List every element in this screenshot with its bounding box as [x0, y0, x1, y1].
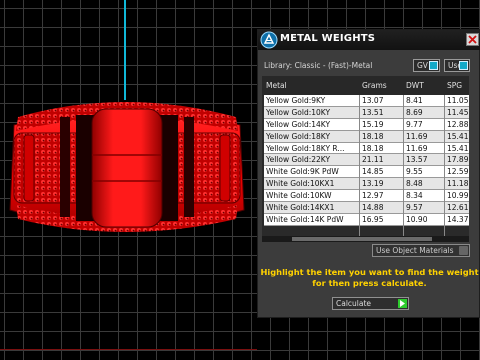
play-icon: [398, 299, 407, 308]
dropdown-arrow-icon: [459, 246, 468, 255]
metal-cell: White Gold:14K PdW: [266, 214, 344, 224]
gv-toggle[interactable]: GV: [413, 59, 440, 72]
table-row[interactable]: Yellow Gold:18KY 18.18 11.69 15.41: [264, 130, 469, 143]
metal-cell: White Gold:9K PdW: [266, 167, 339, 177]
vertical-axis-line: [124, 0, 126, 100]
instruction-text: Highlight the item you want to find the …: [258, 267, 480, 289]
table-row[interactable]: Yellow Gold:10KY 13.51 8.69 11.45: [264, 106, 469, 119]
table-row[interactable]: Yellow Gold:9KY 13.07 8.41 11.05: [264, 95, 469, 107]
metal-cell: White Gold:10KX1: [266, 179, 335, 189]
materials-dropdown-value: Use Object Materials: [376, 246, 454, 255]
spg-cell: 11.05: [447, 96, 469, 105]
grams-cell: 15.19: [362, 119, 384, 129]
metal-cell: White Gold:10KW: [266, 191, 332, 201]
column-divider: [403, 95, 404, 236]
table-row[interactable]: Yellow Gold:18KY R... 18.18 11.69 15.41: [264, 142, 469, 155]
library-label: Library: Classic - (Fast)-Metal: [264, 61, 373, 70]
dwt-cell: 8.69: [406, 107, 423, 117]
column-divider: [444, 95, 445, 236]
panel-title: METAL WEIGHTS: [280, 33, 376, 44]
dwt-cell: 8.34: [406, 191, 423, 201]
table-row[interactable]: Yellow Gold:14KY 15.19 9.77 12.88: [264, 118, 469, 131]
ring-model[interactable]: [4, 95, 250, 240]
gv-checkbox[interactable]: [429, 61, 438, 70]
spg-cell: 15.41: [447, 131, 469, 141]
spg-cell: 17.89: [447, 155, 469, 165]
grams-cell: 16.95: [362, 214, 384, 224]
metal-cell: Yellow Gold:9KY: [266, 96, 326, 105]
table-body: Yellow Gold:9KY 13.07 8.41 11.05 Yellow Gold…: [264, 95, 469, 226]
table-row[interactable]: White Gold:9K PdW 14.85 9.55 12.59: [264, 166, 469, 179]
calculate-button[interactable]: Calculate: [332, 297, 409, 310]
scrollbar-thumb[interactable]: [292, 237, 432, 241]
gv-label: GV: [417, 61, 428, 70]
grams-cell: 13.51: [362, 107, 384, 117]
materials-dropdown[interactable]: Use Object Materials: [372, 244, 470, 257]
grams-cell: 18.18: [362, 143, 384, 153]
instruction-line-2: for then press calculate.: [312, 278, 427, 288]
metal-cell: Yellow Gold:22KY: [266, 155, 331, 165]
calculate-label: Calculate: [336, 299, 372, 308]
table-header: Metal Grams DWT SPG: [262, 76, 469, 96]
column-header-spg[interactable]: SPG: [447, 81, 462, 90]
dwt-cell: 10.90: [406, 214, 428, 224]
grams-cell: 12.97: [362, 191, 384, 201]
dwt-cell: 9.57: [406, 203, 423, 213]
dwt-cell: 11.69: [406, 143, 428, 153]
user-checkbox[interactable]: [459, 61, 468, 70]
spg-cell: 14.37: [447, 214, 469, 224]
dwt-cell: 8.48: [406, 179, 423, 189]
dwt-cell: 8.41: [406, 96, 423, 105]
table-row[interactable]: White Gold:10KW 12.97 8.34 10.99: [264, 190, 469, 203]
metal-weights-panel: METAL WEIGHTS Library: Classic - (Fast)-…: [257, 29, 480, 318]
dwt-cell: 11.69: [406, 131, 428, 141]
close-button[interactable]: [466, 33, 479, 46]
table-row[interactable]: Yellow Gold:22KY 21.11 13.57 17.89: [264, 154, 469, 167]
panel-titlebar[interactable]: METAL WEIGHTS: [258, 30, 480, 50]
metal-cell: Yellow Gold:14KY: [266, 119, 331, 129]
table-row[interactable]: White Gold:10KX1 13.19 8.48 11.18: [264, 178, 469, 191]
gem-icon: [260, 31, 278, 49]
grams-cell: 13.19: [362, 179, 384, 189]
table-row[interactable]: White Gold:14KX1 14.88 9.57 12.61: [264, 202, 469, 214]
grams-cell: 21.11: [362, 155, 384, 165]
metal-cell: Yellow Gold:10KY: [266, 107, 331, 117]
dwt-cell: 9.55: [406, 167, 423, 177]
instruction-line-1: Highlight the item you want to find the …: [260, 267, 479, 277]
table-row[interactable]: White Gold:14K PdW 16.95 10.90 14.37: [264, 213, 469, 226]
horizontal-axis-line: [0, 349, 257, 350]
horizontal-scrollbar[interactable]: [262, 236, 469, 242]
close-icon: [468, 35, 477, 44]
spg-cell: 15.41: [447, 143, 469, 153]
metal-table: Metal Grams DWT SPG Yellow Gold:9KY 13.07…: [262, 76, 469, 236]
spg-cell: 11.45: [447, 107, 469, 117]
spg-cell: 10.99: [447, 191, 469, 201]
spg-cell: 12.61: [447, 203, 469, 213]
column-header-metal[interactable]: Metal: [266, 81, 287, 90]
user-toggle[interactable]: User: [444, 59, 470, 72]
grams-cell: 14.88: [362, 203, 384, 213]
grams-cell: 18.18: [362, 131, 384, 141]
metal-cell: Yellow Gold:18KY: [266, 131, 331, 141]
grams-cell: 14.85: [362, 167, 384, 177]
spg-cell: 12.59: [447, 167, 469, 177]
grams-cell: 13.07: [362, 96, 384, 105]
spg-cell: 12.88: [447, 119, 469, 129]
spg-cell: 11.18: [447, 179, 469, 189]
metal-cell: Yellow Gold:18KY R...: [266, 143, 345, 153]
column-header-grams[interactable]: Grams: [362, 81, 387, 90]
dwt-cell: 9.77: [406, 119, 423, 129]
metal-cell: White Gold:14KX1: [266, 203, 335, 213]
column-header-dwt[interactable]: DWT: [406, 81, 424, 90]
column-divider: [359, 95, 360, 236]
dwt-cell: 13.57: [406, 155, 428, 165]
